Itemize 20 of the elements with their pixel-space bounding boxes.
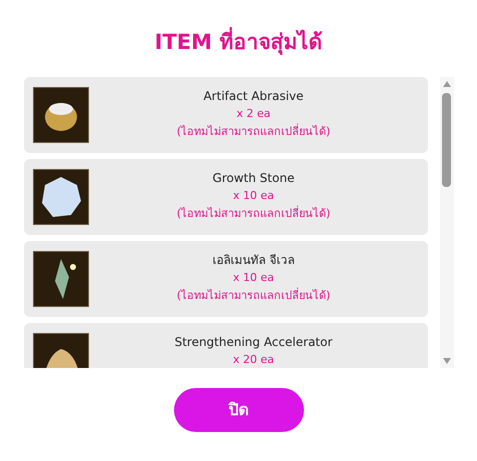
item-note: (ไอทมไม่สามารถแลกเปลี่ยนได้)	[176, 123, 330, 140]
item-icon	[32, 87, 88, 143]
item-quantity: x 2 ea	[236, 106, 270, 122]
item-note: (ไอทมไม่สามารถแลกเปลี่ยนได้)	[176, 287, 330, 304]
scroll-down-icon[interactable]	[442, 358, 450, 364]
item-name: Growth Stone	[212, 170, 294, 187]
item-note: (ไอทมไม่สามารถแลกเปลี่ยนได้)	[176, 205, 330, 222]
item-icon	[32, 169, 88, 225]
close-button[interactable]: ปิด	[174, 388, 304, 432]
dialog-title: ITEM ที่อาจสุ่มได้	[154, 27, 322, 57]
item-quantity: x 10 ea	[232, 188, 274, 204]
item-quantity: x 10 ea	[232, 270, 274, 286]
item-quantity: x 20 ea	[232, 352, 274, 368]
item-icon	[32, 251, 88, 307]
item-name: Artifact Abrasive	[203, 88, 304, 105]
item-name: เอลิเมนทัล จีเวล	[212, 252, 294, 269]
item-name: Strengthening Accelerator	[174, 334, 332, 351]
scrollbar-thumb[interactable]	[442, 93, 451, 187]
scrollbar[interactable]	[440, 77, 454, 368]
scroll-up-icon[interactable]	[442, 81, 450, 87]
